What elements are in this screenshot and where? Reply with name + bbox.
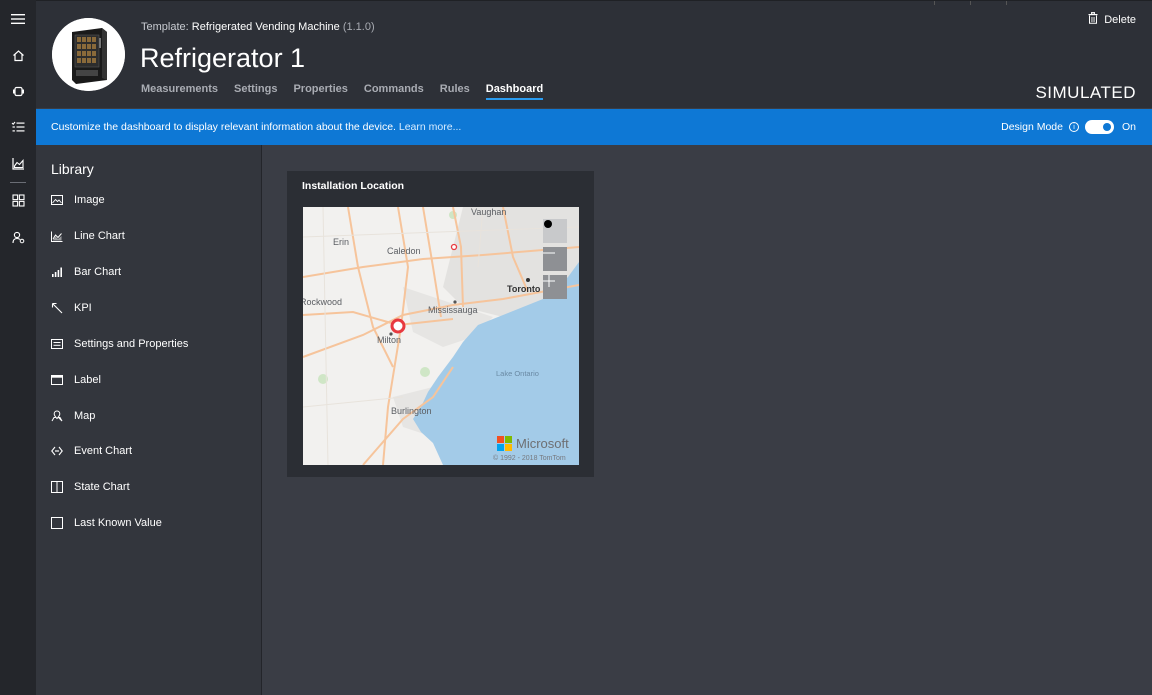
- tile-title: Installation Location: [302, 180, 405, 192]
- tab-rules[interactable]: Rules: [440, 83, 470, 100]
- library-item-label: Image: [74, 194, 105, 206]
- library-item-kpi[interactable]: KPI: [51, 302, 92, 314]
- dashboard-grid-icon[interactable]: [10, 192, 26, 208]
- installation-location-tile[interactable]: Installation Location Vaughan Erin Caled…: [287, 171, 594, 477]
- library-item-label: KPI: [74, 302, 92, 314]
- tab-dashboard[interactable]: Dashboard: [485, 83, 544, 100]
- analytics-icon[interactable]: [10, 155, 26, 171]
- design-mode-control: Design Mode i On: [1001, 120, 1136, 134]
- map-label-vaughan: Vaughan: [471, 207, 507, 217]
- library-item-image[interactable]: Image: [51, 194, 105, 206]
- zoom-in-button[interactable]: [543, 275, 567, 299]
- design-mode-label: Design Mode: [1001, 121, 1063, 133]
- microsoft-logo-icon: [497, 436, 512, 451]
- library-item-bar-chart[interactable]: Bar Chart: [51, 266, 121, 278]
- microsoft-logo: Microsoft: [497, 436, 569, 451]
- devices-icon[interactable]: [10, 83, 26, 99]
- rail-divider: [10, 182, 26, 183]
- settings-properties-icon: [51, 338, 63, 350]
- library-item-label: Line Chart: [74, 230, 125, 242]
- library-item-label: Event Chart: [74, 445, 133, 457]
- map-label-caledon: Caledon: [387, 246, 421, 256]
- state-chart-icon: [51, 481, 63, 493]
- tab-properties[interactable]: Properties: [293, 83, 347, 100]
- tab-measurements[interactable]: Measurements: [141, 83, 218, 100]
- zoom-out-button[interactable]: [543, 247, 567, 271]
- banner-text: Customize the dashboard to display relev…: [51, 121, 396, 133]
- map-label-mississauga: Mississauga: [428, 305, 478, 315]
- template-prefix: Template:: [141, 21, 189, 33]
- last-known-value-icon: [51, 517, 63, 529]
- map-icon: [51, 410, 63, 422]
- design-mode-banner: Customize the dashboard to display relev…: [36, 109, 1152, 145]
- bar-chart-icon: [51, 266, 63, 278]
- library-item-settings-properties[interactable]: Settings and Properties: [51, 338, 188, 350]
- map-label-burlington: Burlington: [391, 406, 432, 416]
- library-item-label: Bar Chart: [74, 266, 122, 278]
- library-item-line-chart[interactable]: Line Chart: [51, 230, 125, 242]
- compass-button[interactable]: [543, 219, 567, 243]
- library-item-event-chart[interactable]: Event Chart: [51, 445, 132, 457]
- widget-library: Library Image Line Chart Bar Chart KPI S…: [36, 145, 262, 695]
- banner-message: Customize the dashboard to display relev…: [51, 121, 461, 133]
- library-item-label: Map: [74, 410, 96, 422]
- kpi-icon: [51, 302, 63, 314]
- map-label-erin: Erin: [333, 237, 350, 247]
- image-icon: [51, 194, 63, 206]
- design-mode-toggle[interactable]: [1084, 120, 1114, 134]
- administration-icon[interactable]: [10, 229, 26, 245]
- device-image: [52, 18, 125, 91]
- line-chart-icon: [51, 230, 63, 242]
- delete-label: Delete: [1104, 13, 1136, 26]
- library-item-state-chart[interactable]: State Chart: [51, 481, 130, 493]
- menu-icon[interactable]: [10, 11, 26, 27]
- trash-icon: [1088, 12, 1098, 27]
- library-item-label: State Chart: [74, 481, 130, 493]
- library-item-label: Label: [74, 374, 101, 386]
- library-item-label: Last Known Value: [74, 517, 162, 529]
- location-map[interactable]: Vaughan Erin Caledon Rockwood Toronto Mi…: [303, 207, 579, 465]
- learn-more-link[interactable]: Learn more...: [399, 121, 461, 133]
- library-item-label: Settings and Properties: [74, 338, 189, 350]
- library-item-last-known-value[interactable]: Last Known Value: [51, 517, 162, 529]
- template-name[interactable]: Refrigerated Vending Machine: [192, 21, 340, 33]
- template-line: Template: Refrigerated Vending Machine (…: [141, 21, 375, 33]
- microsoft-brand: Microsoft: [516, 436, 569, 451]
- event-chart-icon: [51, 445, 63, 457]
- map-label-milton: Milton: [377, 335, 402, 345]
- library-item-label-widget[interactable]: Label: [51, 374, 101, 386]
- library-title: Library: [51, 161, 94, 177]
- map-label-toronto: Toronto: [507, 284, 541, 294]
- rules-list-icon[interactable]: [10, 119, 26, 135]
- label-icon: [51, 374, 63, 386]
- library-item-map[interactable]: Map: [51, 410, 95, 422]
- map-label-lake-ontario: Lake Ontario: [496, 369, 539, 378]
- template-version: (1.1.0): [342, 21, 375, 33]
- nav-rail: [0, 0, 36, 695]
- device-name: Refrigerator 1: [140, 43, 306, 73]
- delete-button[interactable]: Delete: [1088, 12, 1136, 27]
- info-icon[interactable]: i: [1068, 122, 1079, 132]
- simulated-status: SIMULATED: [1035, 83, 1136, 102]
- map-copyright: © 1992 - 2018 TomTom: [493, 455, 566, 462]
- toggle-state-label: On: [1121, 121, 1136, 133]
- home-icon[interactable]: [10, 47, 26, 63]
- tab-settings[interactable]: Settings: [234, 83, 277, 100]
- tab-commands[interactable]: Commands: [364, 83, 424, 100]
- device-tabs: Measurements Settings Properties Command…: [141, 83, 544, 100]
- device-header: Template: Refrigerated Vending Machine (…: [36, 0, 1152, 108]
- map-label-rockwood: Rockwood: [303, 297, 343, 307]
